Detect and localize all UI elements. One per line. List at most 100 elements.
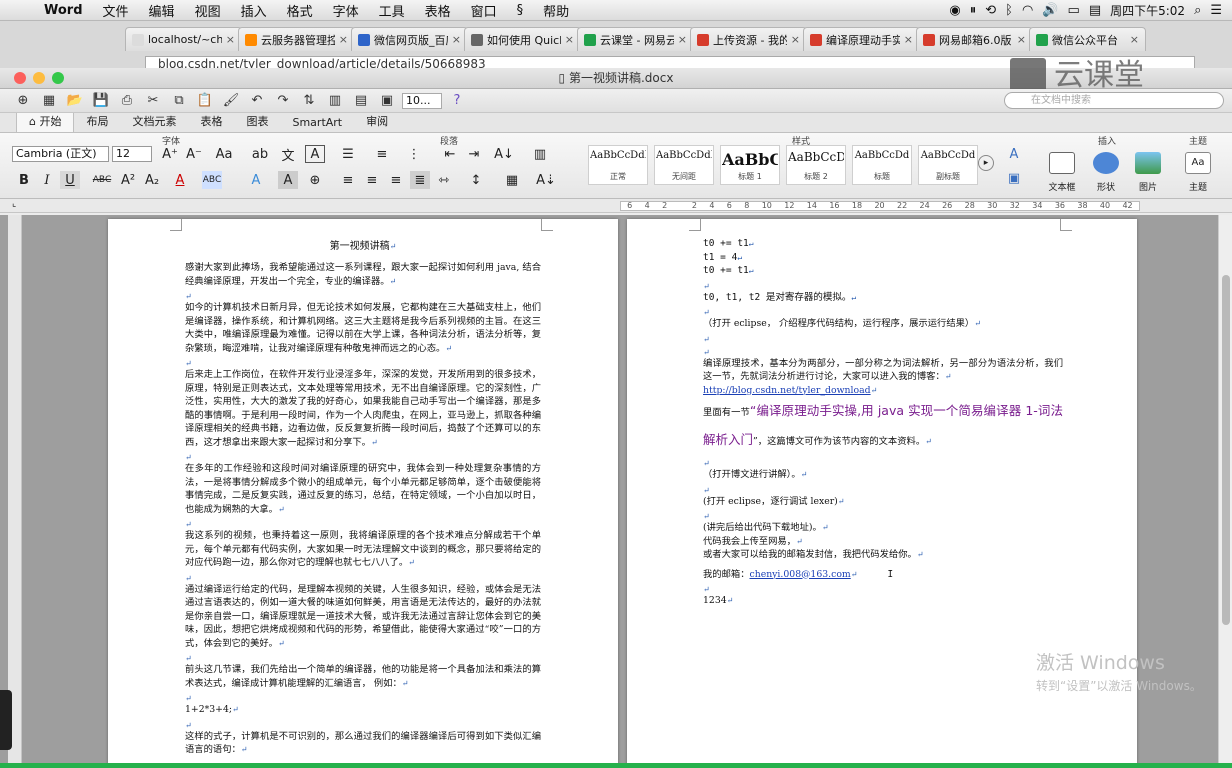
style-options-icon[interactable]: ▣	[1004, 169, 1024, 187]
menu-window[interactable]: 窗口	[461, 1, 507, 20]
browser-tab[interactable]: 编译原理动手实 ×	[803, 27, 920, 51]
print-icon[interactable]: ⎙	[116, 92, 138, 110]
tab-home[interactable]: ⌂ 开始	[16, 110, 75, 132]
bullets-icon[interactable]: ☰	[338, 145, 358, 163]
menu-file[interactable]: 文件	[93, 1, 139, 20]
tab-tables[interactable]: 表格	[188, 113, 234, 132]
menu-edit[interactable]: 编辑	[139, 1, 185, 20]
close-tab-icon[interactable]: ×	[791, 33, 800, 46]
increase-indent-icon[interactable]: ⇥	[464, 145, 484, 163]
templates-icon[interactable]: ▦	[38, 92, 60, 110]
bold-button[interactable]: B	[14, 171, 34, 189]
textbox-button[interactable]: 文本框	[1040, 147, 1084, 193]
notification-icon[interactable]: ☰	[1210, 3, 1222, 18]
time-machine-icon[interactable]: ⟲	[985, 3, 996, 18]
close-tab-icon[interactable]: ×	[339, 33, 348, 46]
toolbox-icon[interactable]: ▣	[376, 92, 398, 110]
styles-pane-icon[interactable]: A	[1004, 145, 1024, 163]
blog-link[interactable]: http://blog.csdn.net/tyler_download	[703, 385, 871, 396]
highlight-button[interactable]: ABC	[202, 171, 222, 189]
close-tab-icon[interactable]: ×	[565, 33, 574, 46]
menu-insert[interactable]: 插入	[231, 1, 277, 20]
browser-tab[interactable]: 微信网页版_百度 ×	[351, 27, 468, 51]
gallery-icon[interactable]: ▤	[350, 92, 372, 110]
columns-icon[interactable]: ▥	[530, 145, 550, 163]
change-case-icon[interactable]: Aa	[214, 145, 234, 163]
enclose-char-icon[interactable]: ⊕	[305, 171, 325, 189]
menu-help[interactable]: 帮助	[533, 1, 579, 20]
record-icon[interactable]: ◉	[949, 3, 960, 18]
style-item[interactable]: AaBbC 标题 1	[720, 145, 780, 185]
tab-review[interactable]: 审阅	[354, 113, 400, 132]
align-right-icon[interactable]: ≡	[386, 171, 406, 189]
battery-icon[interactable]: ▭	[1068, 3, 1080, 18]
style-item[interactable]: AaBbCcDd 标题	[852, 145, 912, 185]
numbering-icon[interactable]: ≡	[372, 145, 392, 163]
browser-tab[interactable]: 云服务器管理控 ×	[238, 27, 355, 51]
horizontal-ruler[interactable]: ⌞ 6 4 2 2 4 6 8 10 12 14 16 18 20 22 24 26 28 30 32 34 36 38 4…	[0, 199, 1232, 213]
close-tab-icon[interactable]: ×	[678, 33, 687, 46]
close-tab-icon[interactable]: ×	[226, 33, 235, 46]
text-direction-icon[interactable]: A⇣	[536, 171, 556, 189]
style-item[interactable]: AaBbCcDd 标题 2	[786, 145, 846, 185]
font-name-select[interactable]: Cambria (正文)	[12, 146, 109, 162]
menu-table[interactable]: 表格	[415, 1, 461, 20]
browser-tab[interactable]: 如何使用 Quick ×	[464, 27, 581, 51]
subscript-button[interactable]: A₂	[142, 171, 162, 189]
spotlight-icon[interactable]: ⌕	[1194, 3, 1201, 18]
strikethrough-button[interactable]: ABC	[92, 171, 112, 189]
flag-icon[interactable]: ▤	[1089, 3, 1101, 18]
document-search-input[interactable]: 在文档中搜索	[1004, 92, 1224, 109]
menu-tools[interactable]: 工具	[369, 1, 415, 20]
script-icon[interactable]: §	[507, 3, 534, 18]
decrease-indent-icon[interactable]: ⇤	[440, 145, 460, 163]
font-color-button[interactable]: A	[170, 171, 190, 189]
open-icon[interactable]: 📂	[64, 92, 86, 110]
borders-icon[interactable]: ▦	[502, 171, 522, 189]
tab-document-elements[interactable]: 文档元素	[120, 113, 188, 132]
wifi-icon[interactable]: ◠	[1022, 3, 1033, 18]
browser-tab[interactable]: 微信公众平台 ×	[1029, 27, 1146, 51]
distribute-icon[interactable]: ⇿	[434, 171, 454, 189]
close-tab-icon[interactable]: ×	[452, 33, 461, 46]
close-tab-icon[interactable]: ×	[1130, 33, 1139, 46]
tab-layout[interactable]: 布局	[74, 113, 120, 132]
menu-app-word[interactable]: Word	[34, 3, 93, 18]
scroll-thumb[interactable]	[1222, 275, 1230, 625]
close-button[interactable]	[14, 72, 26, 84]
volume-icon[interactable]: 🔊	[1042, 3, 1058, 18]
cut-icon[interactable]: ✂	[142, 92, 164, 110]
close-tab-icon[interactable]: ×	[1017, 33, 1026, 46]
phonetic-icon[interactable]: 文	[278, 145, 298, 164]
shrink-font-icon[interactable]: A⁻	[184, 145, 204, 163]
italic-button[interactable]: I	[37, 171, 57, 189]
align-left-icon[interactable]: ≡	[338, 171, 358, 189]
menu-view[interactable]: 视图	[185, 1, 231, 20]
style-item[interactable]: AaBbCcDdEe 无间距	[654, 145, 714, 185]
multilevel-list-icon[interactable]: ⋮	[404, 145, 424, 163]
undo-icon[interactable]: ↶	[246, 92, 268, 110]
zoom-button[interactable]	[52, 72, 64, 84]
menu-font[interactable]: 字体	[323, 1, 369, 20]
close-tab-icon[interactable]: ×	[904, 33, 913, 46]
help-icon[interactable]: ?	[446, 92, 468, 110]
new-doc-icon[interactable]: ⊕	[12, 92, 34, 110]
browser-tab[interactable]: 云课堂 - 网易云 ×	[577, 27, 694, 51]
format-painter-icon[interactable]: 🖌	[220, 92, 242, 110]
zoom-select[interactable]: 10...	[402, 92, 442, 109]
tab-smartart[interactable]: SmartArt	[280, 116, 354, 132]
tab-charts[interactable]: 图表	[234, 113, 280, 132]
redo-icon[interactable]: ↷	[272, 92, 294, 110]
vertical-scrollbar[interactable]	[1218, 215, 1232, 768]
clear-format-icon[interactable]: ab	[250, 145, 270, 163]
underline-button[interactable]: U	[60, 171, 80, 189]
pause-icon[interactable]: ⏸	[970, 3, 977, 18]
bluetooth-icon[interactable]: ᛒ	[1005, 3, 1013, 18]
paste-icon[interactable]: 📋	[194, 92, 216, 110]
line-spacing-icon[interactable]: ↕	[466, 171, 486, 189]
grow-font-icon[interactable]: A⁺	[160, 145, 180, 163]
minimize-button[interactable]	[33, 72, 45, 84]
page-left[interactable]: 第一视频讲稿↵ 感谢大家到此捧场，我希望能通过这一系列课程，跟大家一起探讨如何利…	[108, 219, 618, 768]
copy-icon[interactable]: ⧉	[168, 92, 190, 110]
char-border-icon[interactable]: A	[305, 145, 325, 163]
